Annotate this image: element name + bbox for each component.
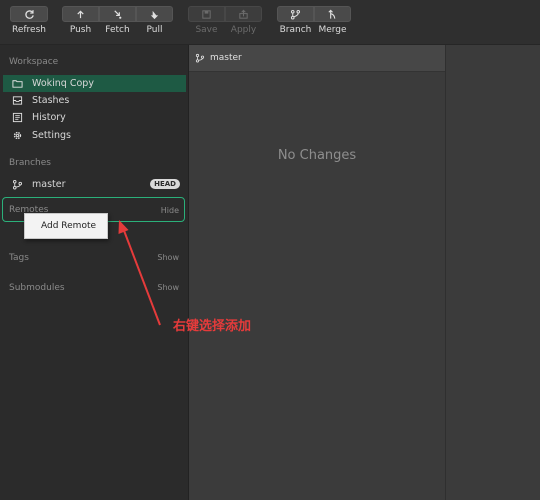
sidebar-item-label: Wokinq Copy bbox=[32, 78, 94, 89]
history-icon bbox=[12, 112, 28, 123]
fetch-button[interactable]: Fetch bbox=[99, 6, 136, 40]
sidebar-item-branch-master[interactable]: master HEAD bbox=[3, 176, 186, 193]
annotation-text: 右键选择添加 bbox=[173, 319, 252, 334]
submodules-show-toggle[interactable]: Show bbox=[157, 283, 179, 292]
tags-show-toggle[interactable]: Show bbox=[157, 253, 179, 262]
save-label: Save bbox=[195, 25, 218, 35]
sidebar-item-history[interactable]: History bbox=[3, 109, 186, 126]
sidebar-item-working-copy[interactable]: Wokinq Copy bbox=[3, 75, 186, 92]
refresh-icon bbox=[10, 6, 48, 22]
fetch-label: Fetch bbox=[105, 25, 130, 35]
current-branch-label: master bbox=[210, 53, 242, 63]
apply-label: Apply bbox=[230, 25, 257, 35]
sidebar-item-label: Stashes bbox=[32, 95, 70, 106]
workspace-title: Workspace bbox=[9, 57, 59, 67]
pull-button[interactable]: Pull bbox=[136, 6, 173, 40]
remotes-hide-toggle[interactable]: Hide bbox=[161, 206, 179, 215]
branch-icon bbox=[195, 53, 205, 63]
push-label: Push bbox=[69, 25, 92, 35]
folder-icon bbox=[12, 78, 28, 89]
gear-icon bbox=[12, 130, 28, 141]
sidebar-item-settings[interactable]: Settings bbox=[3, 127, 186, 144]
sidebar-item-label: History bbox=[32, 112, 66, 123]
context-menu: Add Remote bbox=[24, 213, 108, 239]
tags-title: Tags bbox=[9, 253, 29, 263]
detail-pane bbox=[445, 45, 540, 500]
branches-title: Branches bbox=[9, 158, 51, 168]
head-badge: HEAD bbox=[150, 179, 180, 189]
merge-label: Merge bbox=[318, 25, 347, 35]
add-remote-menu-item[interactable]: Add Remote bbox=[41, 221, 96, 231]
push-button[interactable]: Push bbox=[62, 6, 99, 40]
sidebar-item-label: master bbox=[32, 179, 66, 190]
toolbar: Refresh Push Fetch Pull Save Apply Branc… bbox=[0, 0, 540, 45]
push-icon bbox=[62, 6, 99, 22]
sidebar-item-stashes[interactable]: Stashes bbox=[3, 92, 186, 109]
apply-button[interactable]: Apply bbox=[225, 6, 262, 40]
branch-icon bbox=[12, 179, 28, 190]
apply-icon bbox=[225, 6, 262, 22]
pull-label: Pull bbox=[146, 25, 163, 35]
fetch-icon bbox=[99, 6, 136, 22]
pull-icon bbox=[136, 6, 173, 22]
branch-icon bbox=[277, 6, 314, 22]
branch-button[interactable]: Branch bbox=[277, 6, 314, 40]
refresh-button[interactable]: Refresh bbox=[10, 6, 48, 40]
merge-icon bbox=[314, 6, 351, 22]
branch-header: master bbox=[189, 45, 445, 72]
refresh-label: Refresh bbox=[12, 25, 46, 35]
save-icon bbox=[188, 6, 225, 22]
sidebar: Workspace Wokinq Copy Stashes History Se… bbox=[0, 45, 189, 500]
submodules-title: Submodules bbox=[9, 283, 65, 293]
sidebar-item-label: Settings bbox=[32, 130, 71, 141]
empty-state: No Changes bbox=[277, 148, 357, 163]
branch-label: Branch bbox=[279, 25, 312, 35]
changes-pane: master No Changes bbox=[189, 45, 445, 500]
save-button[interactable]: Save bbox=[188, 6, 225, 40]
merge-button[interactable]: Merge bbox=[314, 6, 351, 40]
stash-icon bbox=[12, 95, 28, 106]
